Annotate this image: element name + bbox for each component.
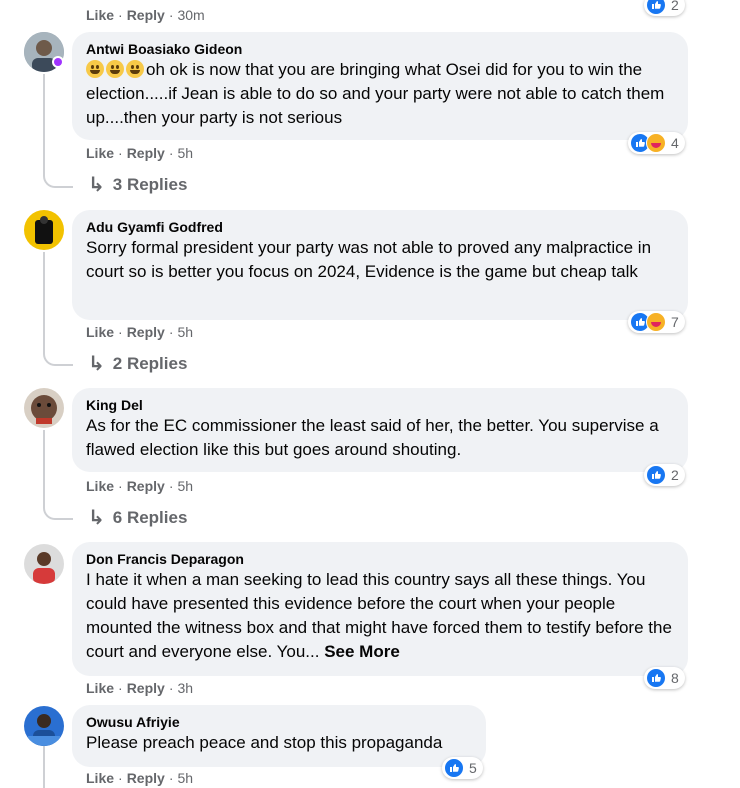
- reply-arrow-icon: ↳: [88, 174, 105, 196]
- reply-arrow-icon: ↳: [88, 353, 105, 375]
- comment-body: Sorry formal president your party was no…: [86, 238, 652, 281]
- thread-connector: [43, 168, 73, 188]
- timestamp: 30m: [177, 7, 205, 23]
- reply-link[interactable]: Reply: [127, 680, 165, 696]
- top-meta: Like · Reply · 30m: [86, 7, 205, 23]
- comment-text: I hate it when a man seeking to lead thi…: [86, 568, 674, 664]
- thread-line: [43, 252, 45, 352]
- avatar[interactable]: [24, 544, 64, 584]
- comment-author[interactable]: King Del: [86, 396, 674, 414]
- like-link[interactable]: Like: [86, 324, 114, 340]
- like-reaction-icon: [646, 668, 666, 688]
- like-link[interactable]: Like: [86, 770, 114, 786]
- reaction-summary[interactable]: 4: [628, 132, 685, 154]
- reaction-summary[interactable]: 2: [644, 0, 685, 16]
- avatar[interactable]: [24, 706, 64, 746]
- timestamp: 5h: [177, 770, 194, 786]
- reply-link[interactable]: Reply: [127, 770, 165, 786]
- replies-label: 3 Replies: [112, 174, 188, 194]
- avatar[interactable]: [24, 388, 64, 428]
- thread-connector: [43, 346, 73, 366]
- like-reaction-icon: [646, 465, 666, 485]
- grinning-emoji-icon: [86, 60, 104, 78]
- comment-author[interactable]: Don Francis Deparagon: [86, 550, 674, 568]
- reaction-summary[interactable]: 5: [442, 757, 483, 779]
- comment-text: oh ok is now that you are bringing what …: [86, 58, 674, 130]
- haha-reaction-icon: [646, 312, 666, 332]
- reaction-count: 2: [671, 467, 679, 483]
- timestamp: 5h: [177, 478, 194, 494]
- comment-meta: Like · Reply · 3h: [86, 680, 194, 696]
- avatar[interactable]: [24, 210, 64, 250]
- thread-line: [43, 74, 45, 174]
- comment-author[interactable]: Antwi Boasiako Gideon: [86, 40, 674, 58]
- comment-body: oh ok is now that you are bringing what …: [86, 60, 665, 127]
- reaction-count: 7: [671, 314, 679, 330]
- reply-link[interactable]: Reply: [127, 324, 165, 340]
- timestamp: 5h: [177, 324, 194, 340]
- comment-bubble: Antwi Boasiako Gideon oh ok is now that …: [72, 32, 688, 140]
- comment-meta: Like · Reply · 5h: [86, 324, 194, 340]
- grinning-emoji-icon: [106, 60, 124, 78]
- reaction-summary[interactable]: 2: [644, 464, 685, 486]
- like-link[interactable]: Like: [86, 478, 114, 494]
- comment-body: Please preach peace and stop this propag…: [86, 733, 443, 752]
- thread-line: [43, 746, 45, 788]
- comment-meta: Like · Reply · 5h: [86, 478, 194, 494]
- avatar-photo: [24, 388, 64, 428]
- comment-meta: Like · Reply · 5h: [86, 145, 194, 161]
- like-link[interactable]: Like: [86, 7, 114, 23]
- thread-line: [43, 430, 45, 506]
- comment-author[interactable]: Adu Gyamfi Godfred: [86, 218, 674, 236]
- online-badge-icon: [54, 58, 62, 66]
- reaction-count: 2: [671, 0, 679, 13]
- haha-reaction-icon: [646, 133, 666, 153]
- reply-link[interactable]: Reply: [127, 145, 165, 161]
- avatar-photo: [24, 706, 64, 746]
- avatar-photo: [24, 544, 64, 584]
- comment-bubble: Owusu Afriyie Please preach peace and st…: [72, 705, 486, 767]
- comment-meta: Like · Reply · 5h: [86, 770, 194, 786]
- view-replies-button[interactable]: ↳ 2 Replies: [88, 351, 187, 376]
- badge-ring: [52, 56, 64, 68]
- replies-label: 6 Replies: [112, 507, 188, 527]
- reaction-summary[interactable]: 8: [644, 667, 685, 689]
- comment-bubble: Don Francis Deparagon I hate it when a m…: [72, 542, 688, 676]
- see-more-link[interactable]: See More: [324, 642, 400, 661]
- reaction-count: 8: [671, 670, 679, 686]
- reply-link[interactable]: Reply: [127, 478, 165, 494]
- reaction-count: 5: [469, 760, 477, 776]
- reaction-count: 4: [671, 135, 679, 151]
- reaction-summary[interactable]: 7: [628, 311, 685, 333]
- comment-body: As for the EC commissioner the least sai…: [86, 416, 659, 459]
- timestamp: 5h: [177, 145, 194, 161]
- comment-bubble: Adu Gyamfi Godfred Sorry formal presiden…: [72, 210, 688, 320]
- like-reaction-icon: [444, 758, 464, 778]
- timestamp: 3h: [177, 680, 194, 696]
- view-replies-button[interactable]: ↳ 3 Replies: [88, 172, 187, 197]
- thread-connector: [43, 500, 73, 520]
- comment-author[interactable]: Owusu Afriyie: [86, 713, 472, 731]
- comment-bubble: King Del As for the EC commissioner the …: [72, 388, 688, 472]
- avatar-photo: [24, 210, 64, 250]
- grinning-emoji-icon: [126, 60, 144, 78]
- reply-link[interactable]: Reply: [127, 7, 165, 23]
- like-reaction-icon: [646, 0, 666, 15]
- like-link[interactable]: Like: [86, 680, 114, 696]
- view-replies-button[interactable]: ↳ 6 Replies: [88, 505, 187, 530]
- replies-label: 2 Replies: [112, 353, 188, 373]
- reply-arrow-icon: ↳: [88, 507, 105, 529]
- like-link[interactable]: Like: [86, 145, 114, 161]
